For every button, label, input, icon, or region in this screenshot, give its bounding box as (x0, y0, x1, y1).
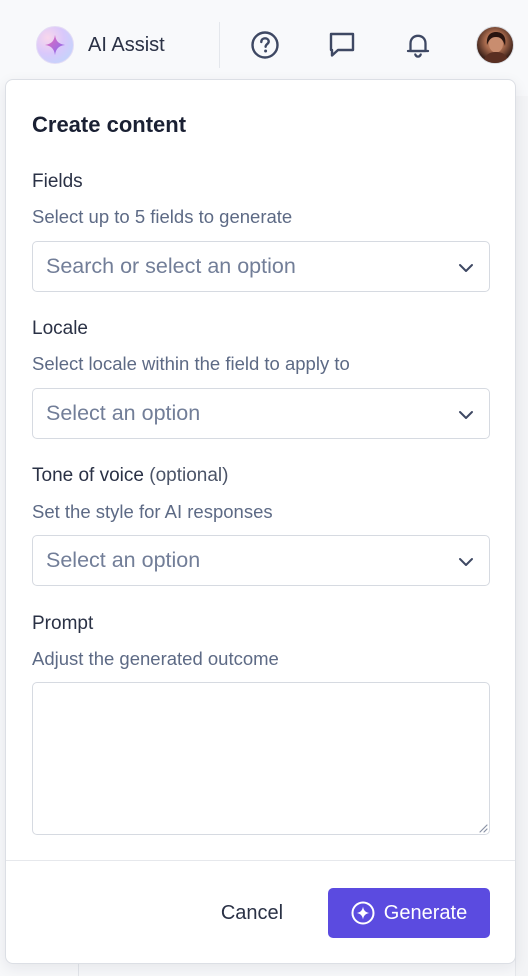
locale-select[interactable]: Select an option (32, 388, 490, 439)
ai-sparkle-icon (36, 26, 74, 64)
top-bar: AI Assist (0, 0, 528, 90)
background-page-edge (515, 96, 528, 976)
locale-select-placeholder: Select an option (46, 401, 201, 425)
fields-help-text: Select up to 5 fields to generate (32, 206, 293, 227)
panel-title: Create content (32, 112, 187, 137)
sparkle-icon (351, 901, 375, 925)
tone-select[interactable]: Select an option (32, 535, 490, 586)
optional-tag: (optional) (149, 465, 229, 486)
bell-icon[interactable] (400, 26, 436, 64)
locale-help-text: Select locale within the field to apply … (32, 353, 350, 374)
fields-label: Fields (32, 171, 83, 192)
prompt-textarea[interactable] (32, 682, 490, 835)
chevron-down-icon (459, 411, 473, 419)
chat-icon[interactable] (324, 26, 360, 64)
topbar-divider (219, 22, 220, 68)
user-avatar[interactable] (476, 26, 514, 64)
fields-select-placeholder: Search or select an option (46, 254, 296, 278)
tone-of-voice-label: Tone of voice (optional) (32, 465, 228, 487)
prompt-label: Prompt (32, 613, 94, 634)
help-icon[interactable] (247, 26, 283, 64)
tone-of-voice-label-text: Tone of voice (32, 465, 144, 486)
chevron-down-icon (459, 264, 473, 272)
prompt-help-text: Adjust the generated outcome (32, 648, 279, 669)
create-content-panel: Create content Fields Select up to 5 fie… (5, 79, 516, 964)
generate-button-label: Generate (383, 901, 468, 924)
resize-handle-icon[interactable] (478, 823, 488, 833)
cancel-button[interactable]: Cancel (202, 888, 302, 938)
ai-assist-label: AI Assist (88, 33, 165, 56)
footer-divider (6, 860, 515, 861)
chevron-down-icon (459, 558, 473, 566)
locale-label: Locale (32, 318, 88, 339)
ai-assist-button[interactable]: AI Assist (36, 26, 165, 64)
generate-button[interactable]: Generate (328, 888, 490, 938)
tone-help-text: Set the style for AI responses (32, 501, 273, 522)
tone-select-placeholder: Select an option (46, 548, 201, 572)
fields-select[interactable]: Search or select an option (32, 241, 490, 292)
